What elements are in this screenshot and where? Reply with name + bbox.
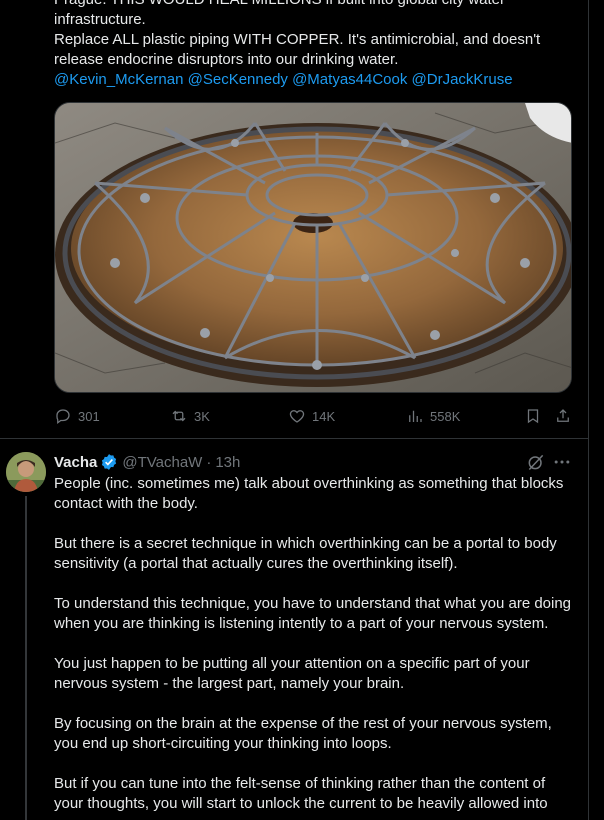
tweet-paragraph: To understand this technique, you have t… xyxy=(54,595,572,632)
tweet-header: Vacha @TVachaW · 13h xyxy=(54,452,240,472)
reply-icon xyxy=(56,409,70,425)
verified-badge-icon xyxy=(102,454,117,470)
avatar[interactable] xyxy=(6,452,46,492)
display-name[interactable]: Vacha xyxy=(54,454,97,471)
copper-fountain-photo xyxy=(55,103,571,392)
tweet-paragraph: People (inc. sometimes me) talk about ov… xyxy=(54,475,564,512)
reply-count: 301 xyxy=(78,408,100,424)
like-count: 14K xyxy=(312,408,336,424)
tweet-text-line: Prague. THIS WOULD HEAL MILLIONS if buil… xyxy=(54,0,574,10)
like-button[interactable]: 14K xyxy=(288,404,335,428)
tweet-paragraph: By focusing on the brain at the expense … xyxy=(54,715,552,752)
tweet-body: People (inc. sometimes me) talk about ov… xyxy=(54,474,576,820)
separator-dot: · xyxy=(206,453,212,471)
views-count: 558K xyxy=(430,408,461,424)
views-icon xyxy=(409,410,422,422)
tweet-media-image[interactable] xyxy=(54,102,572,393)
scrollbar[interactable] xyxy=(589,0,604,820)
tweet-text-line: release endocrine disruptors into our dr… xyxy=(54,51,399,68)
tweet-paragraph: But there is a secret technique in which… xyxy=(54,535,557,572)
tweet-text-line: Replace ALL plastic piping WITH COPPER. … xyxy=(54,31,541,48)
share-icon xyxy=(557,409,569,422)
tweet-text-line: infrastructure. xyxy=(54,11,146,28)
timestamp[interactable]: 13h xyxy=(215,454,240,471)
views-button[interactable]: 558K xyxy=(406,404,460,428)
reply-button[interactable]: 301 xyxy=(54,404,100,428)
tweet-paragraph: But if you can tune into the felt-sense … xyxy=(54,775,548,812)
repost-count: 3K xyxy=(194,408,210,424)
tweet-paragraph: You just happen to be putting all your a… xyxy=(54,655,530,692)
repost-button[interactable]: 3K xyxy=(170,404,210,428)
mention-links[interactable]: @Kevin_McKernan @SecKennedy @Matyas44Coo… xyxy=(54,70,574,90)
more-icon[interactable] xyxy=(552,452,572,472)
tweet-actions: 301 3K 14K 558K xyxy=(54,404,574,428)
tweet-previous[interactable]: Prague. THIS WOULD HEAL MILLIONS if buil… xyxy=(0,0,589,439)
user-handle[interactable]: @TVachaW xyxy=(122,454,202,471)
bookmark-button[interactable] xyxy=(524,404,542,428)
avatar-image xyxy=(6,452,46,492)
grok-icon[interactable] xyxy=(526,452,546,472)
repost-icon xyxy=(172,410,186,422)
thread-connector-line xyxy=(25,496,27,820)
share-button[interactable] xyxy=(554,404,572,428)
bookmark-icon xyxy=(527,409,539,424)
like-icon xyxy=(289,410,305,423)
tweet-current[interactable]: Vacha @TVachaW · 13h People (inc. someti… xyxy=(0,440,589,820)
tweet-text: Prague. THIS WOULD HEAL MILLIONS if buil… xyxy=(54,0,574,90)
